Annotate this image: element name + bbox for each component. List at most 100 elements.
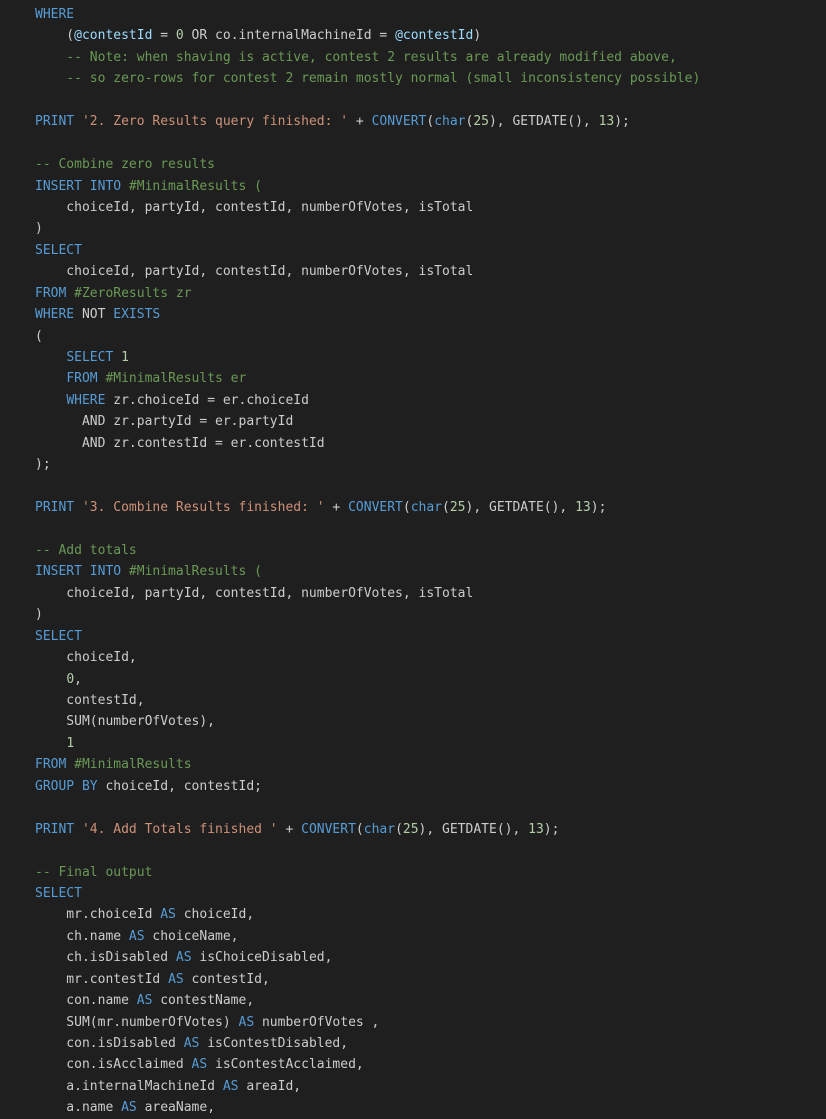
code-token: FROM: [35, 757, 75, 773]
code-line: -- Final output: [35, 862, 700, 883]
code-line: -- so zero-rows for contest 2 remain mos…: [35, 68, 700, 89]
code-line: con.name AS contestName,: [35, 990, 700, 1011]
code-token: AND zr.contestId = er.contestId: [35, 435, 325, 451]
code-line: con.isAcclaimed AS isContestAcclaimed,: [35, 1054, 700, 1075]
code-token: '3. Combine Results finished: ': [81, 500, 325, 516]
code-line: AND zr.contestId = er.contestId: [35, 433, 700, 454]
code-token: );: [614, 114, 630, 130]
code-token: (: [442, 500, 450, 516]
code-line: ): [35, 604, 700, 625]
code-token: choiceName,: [152, 928, 239, 944]
code-editor[interactable]: WHERE (@contestId = 0 OR co.internalMach…: [0, 0, 826, 1119]
code-token: ), GETDATE(),: [465, 500, 576, 516]
code-token: isContestDisabled,: [207, 1036, 349, 1051]
code-token: (: [395, 821, 403, 837]
code-line: WHERE: [35, 4, 700, 25]
code-token: AS: [183, 1036, 208, 1051]
code-line: choiceId, partyId, contestId, numberOfVo…: [35, 197, 700, 218]
code-line: ​: [35, 90, 700, 111]
code-token: 1: [121, 350, 129, 365]
code-token: con.isAcclaimed: [35, 1057, 192, 1073]
code-line: PRINT '4. Add Totals finished ' + CONVER…: [35, 819, 700, 840]
code-line: -- Add totals: [35, 540, 700, 561]
code-token: @contestId: [395, 28, 474, 44]
code-token: EXISTS: [113, 307, 161, 323]
code-token: +: [324, 500, 349, 516]
code-block[interactable]: WHERE (@contestId = 0 OR co.internalMach…: [35, 4, 700, 1119]
code-line: a.internalMachineId AS areaId,: [35, 1076, 700, 1097]
code-token: );: [590, 500, 607, 516]
code-line: WHERE NOT EXISTS: [35, 304, 700, 325]
code-token: AS: [128, 928, 153, 944]
code-line: ​: [35, 519, 700, 540]
code-token: AS: [160, 907, 184, 923]
code-token: 25: [449, 500, 466, 516]
code-token: ): [35, 607, 43, 623]
code-line: con.isDisabled AS isContestDisabled,: [35, 1033, 700, 1054]
code-token: PRINT: [35, 500, 82, 516]
code-line: ch.name AS choiceName,: [35, 926, 700, 947]
code-token: NOT: [81, 307, 114, 323]
code-token: choiceId, partyId, contestId, numberOfVo…: [35, 199, 474, 215]
code-token: WHERE: [35, 7, 75, 22]
code-token: AS: [168, 971, 192, 987]
code-token: '2. Zero Results query finished: ': [81, 114, 349, 130]
code-token: @contestId: [74, 28, 153, 44]
code-token: choiceId, partyId, contestId, numberOfVo…: [35, 264, 474, 280]
code-token: ): [35, 221, 43, 237]
code-line: FROM #MinimalResults er: [35, 368, 700, 389]
code-line: PRINT '2. Zero Results query finished: '…: [35, 111, 700, 132]
code-token: SELECT: [35, 885, 82, 901]
code-line: mr.choiceId AS choiceId,: [35, 904, 700, 925]
code-line: SELECT 1: [35, 347, 700, 368]
code-token: areaId,: [246, 1078, 302, 1094]
code-line: choiceId, partyId, contestId, numberOfVo…: [35, 583, 700, 604]
code-token: a.internalMachineId: [35, 1078, 223, 1094]
code-token: AS: [136, 993, 161, 1009]
code-token: -- Note: when shaving is active, contest…: [35, 49, 677, 65]
code-token: isChoiceDisabled,: [199, 950, 333, 966]
code-token: CONVERT: [301, 821, 356, 837]
code-token: #MinimalResults (: [128, 564, 262, 580]
code-token: (: [402, 500, 411, 516]
code-line: ​: [35, 797, 700, 818]
code-token: SELECT: [66, 350, 122, 365]
code-token: choiceId,: [183, 907, 255, 923]
code-token: );: [543, 821, 560, 837]
code-token: AS: [191, 1057, 216, 1073]
code-line: GROUP BY choiceId, contestId;: [35, 776, 700, 797]
code-line: SELECT: [35, 626, 700, 647]
code-token: WHERE: [66, 392, 114, 408]
code-token: 0: [175, 28, 184, 44]
code-token: 13: [528, 821, 544, 837]
code-token: AS: [222, 1078, 247, 1094]
code-token: isContestAcclaimed,: [215, 1057, 364, 1073]
code-token: PRINT: [35, 821, 82, 837]
code-token: char: [410, 500, 443, 516]
code-line: contestId,: [35, 690, 700, 711]
code-line: -- Combine zero results: [35, 154, 700, 175]
code-token: SUM(numberOfVotes),: [35, 714, 216, 730]
code-token: OR co.internalMachineId =: [183, 28, 396, 44]
code-token: '4. Add Totals finished ': [81, 821, 278, 837]
code-line: 1: [35, 733, 700, 754]
code-line: ch.isDisabled AS isChoiceDisabled,: [35, 947, 700, 968]
code-token: (: [355, 821, 364, 837]
code-token: FROM: [66, 371, 106, 387]
code-token: =: [152, 28, 176, 44]
code-line: (: [35, 326, 700, 347]
code-token: ,: [74, 671, 82, 687]
code-token: (: [35, 28, 75, 44]
code-token: 25: [402, 821, 419, 837]
code-token: WHERE: [35, 307, 82, 323]
code-token: SELECT: [35, 628, 82, 644]
code-line: ​: [35, 133, 700, 154]
code-token: INSERT INTO: [35, 564, 129, 580]
code-token: (: [426, 114, 435, 130]
code-token: #MinimalResults (: [128, 178, 262, 194]
code-token: ): [473, 28, 482, 44]
